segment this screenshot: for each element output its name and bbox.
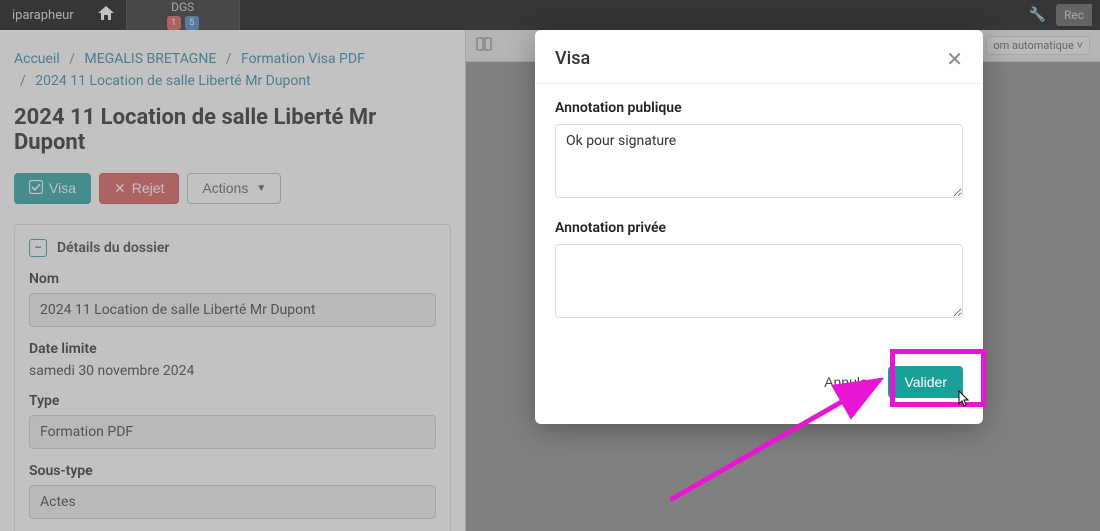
panel-title: Détails du dossier	[57, 240, 169, 256]
visa-modal: Visa ✕ Annotation publique Annotation pr…	[535, 30, 983, 424]
annotation-publique-input[interactable]	[555, 124, 963, 198]
chevron-down-icon: ˅	[1077, 39, 1083, 52]
validate-button[interactable]: Valider	[888, 366, 963, 398]
check-icon	[29, 180, 43, 197]
label-date: Date limite	[29, 341, 436, 357]
left-pane: Accueil / MEGALIS BRETAGNE / Formation V…	[0, 30, 465, 531]
breadcrumb-formation[interactable]: Formation Visa PDF	[241, 51, 365, 67]
modal-close-icon[interactable]: ✕	[946, 49, 963, 69]
cancel-button[interactable]: Annuler	[820, 366, 876, 398]
badge-info: 5	[185, 16, 199, 30]
label-annotation-privee: Annotation privée	[555, 220, 963, 236]
breadcrumb-dossier[interactable]: 2024 11 Location de salle Liberté Mr Dup…	[35, 73, 310, 89]
app-brand[interactable]: iparapheur	[0, 8, 86, 23]
modal-title: Visa	[555, 48, 590, 69]
annotation-privee-input[interactable]	[555, 244, 963, 318]
breadcrumb-accueil[interactable]: Accueil	[14, 51, 60, 67]
value-type: Formation PDF	[29, 415, 436, 449]
home-icon[interactable]	[86, 6, 126, 24]
rejet-button[interactable]: ✕ Rejet	[99, 173, 179, 204]
breadcrumb: Accueil / MEGALIS BRETAGNE / Formation V…	[14, 48, 451, 93]
value-nom: 2024 11 Location de salle Liberté Mr Dup…	[29, 293, 436, 327]
book-icon[interactable]	[476, 37, 492, 55]
collapse-button[interactable]: −	[29, 239, 47, 257]
breadcrumb-org[interactable]: MEGALIS BRETAGNE	[85, 51, 217, 67]
caret-down-icon: ▼	[256, 183, 266, 194]
zoom-select[interactable]: om automatique ˅	[986, 36, 1090, 55]
navbar-tab-dgs[interactable]: DGS 1 5	[126, 0, 240, 32]
rec-button[interactable]: Rec	[1056, 4, 1092, 26]
actions-dropdown[interactable]: Actions ▼	[187, 173, 281, 204]
badge-pending: 1	[167, 16, 181, 30]
label-annotation-publique: Annotation publique	[555, 100, 963, 116]
settings-icon[interactable]: 🔧	[1029, 7, 1046, 23]
value-date: samedi 30 novembre 2024	[29, 363, 436, 379]
value-soustype: Actes	[29, 485, 436, 519]
details-panel: − Détails du dossier Nom 2024 11 Locatio…	[14, 224, 451, 531]
action-buttons: Visa ✕ Rejet Actions ▼	[14, 173, 451, 204]
tab-label: DGS	[167, 0, 199, 14]
close-icon: ✕	[114, 180, 126, 197]
page-title: 2024 11 Location de salle Liberté Mr Dup…	[14, 105, 451, 155]
label-type: Type	[29, 393, 436, 409]
label-soustype: Sous-type	[29, 463, 436, 479]
label-nom: Nom	[29, 271, 436, 287]
visa-button[interactable]: Visa	[14, 173, 91, 204]
navbar: iparapheur DGS 1 5 🔧 Rec	[0, 0, 1100, 30]
